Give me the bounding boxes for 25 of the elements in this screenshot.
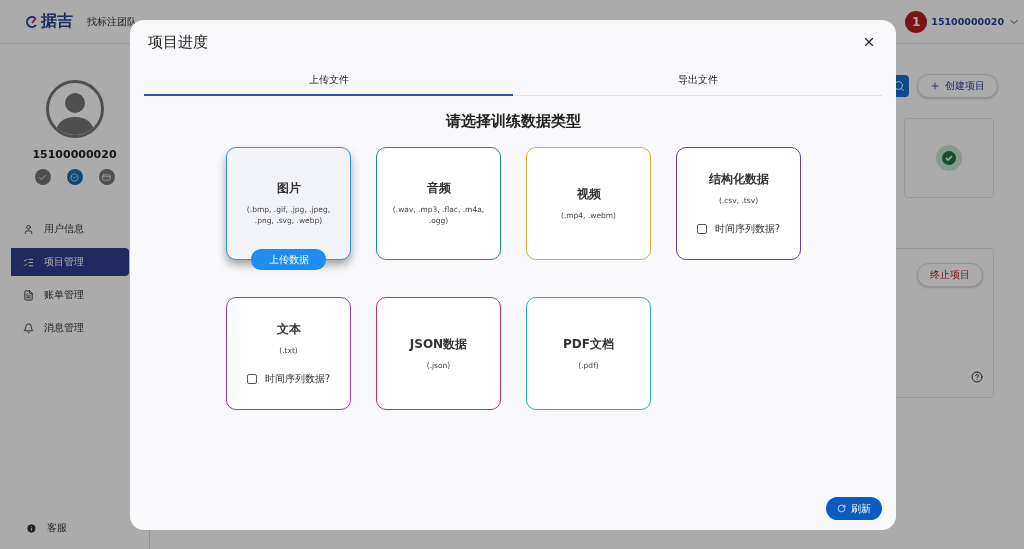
checkbox-label: 时间序列数据? bbox=[264, 372, 331, 387]
card-title: 图片 bbox=[276, 180, 301, 198]
tab[interactable]: 导出文件 bbox=[513, 68, 882, 96]
refresh-button[interactable]: 刷新 bbox=[826, 497, 882, 520]
sidebar-item[interactable]: 用户信息 bbox=[11, 215, 129, 243]
tab[interactable]: 上传文件 bbox=[144, 68, 513, 96]
card-title: 结构化数据 bbox=[708, 170, 769, 188]
card-title: JSON数据 bbox=[409, 335, 468, 353]
user-name: 15100000020 bbox=[31, 148, 118, 161]
card-title: 文本 bbox=[276, 320, 301, 338]
create-project-button[interactable]: 创建项目 bbox=[917, 74, 998, 98]
dialog-title: 项目进度 bbox=[148, 32, 208, 52]
user-avatar[interactable]: 1 bbox=[905, 10, 928, 33]
stop-project-button[interactable]: 终止项目 bbox=[917, 263, 983, 287]
user-name[interactable]: 15100000020 bbox=[931, 16, 1004, 27]
sidebar-item[interactable]: 消息管理 bbox=[11, 314, 129, 342]
card-title: 视频 bbox=[576, 185, 601, 203]
support-link[interactable]: 客服 bbox=[47, 521, 67, 535]
sidebar-item[interactable]: 账单管理 bbox=[11, 281, 129, 309]
card-title: PDF文档 bbox=[563, 335, 614, 353]
card-title: 音频 bbox=[426, 180, 451, 198]
logo-text: 据吉 bbox=[41, 11, 73, 32]
checkbox-label: 时间序列数据? bbox=[714, 222, 781, 237]
section-heading: 请选择训练数据类型 bbox=[444, 112, 582, 131]
sidebar-item[interactable]: 项目管理 bbox=[11, 248, 129, 276]
